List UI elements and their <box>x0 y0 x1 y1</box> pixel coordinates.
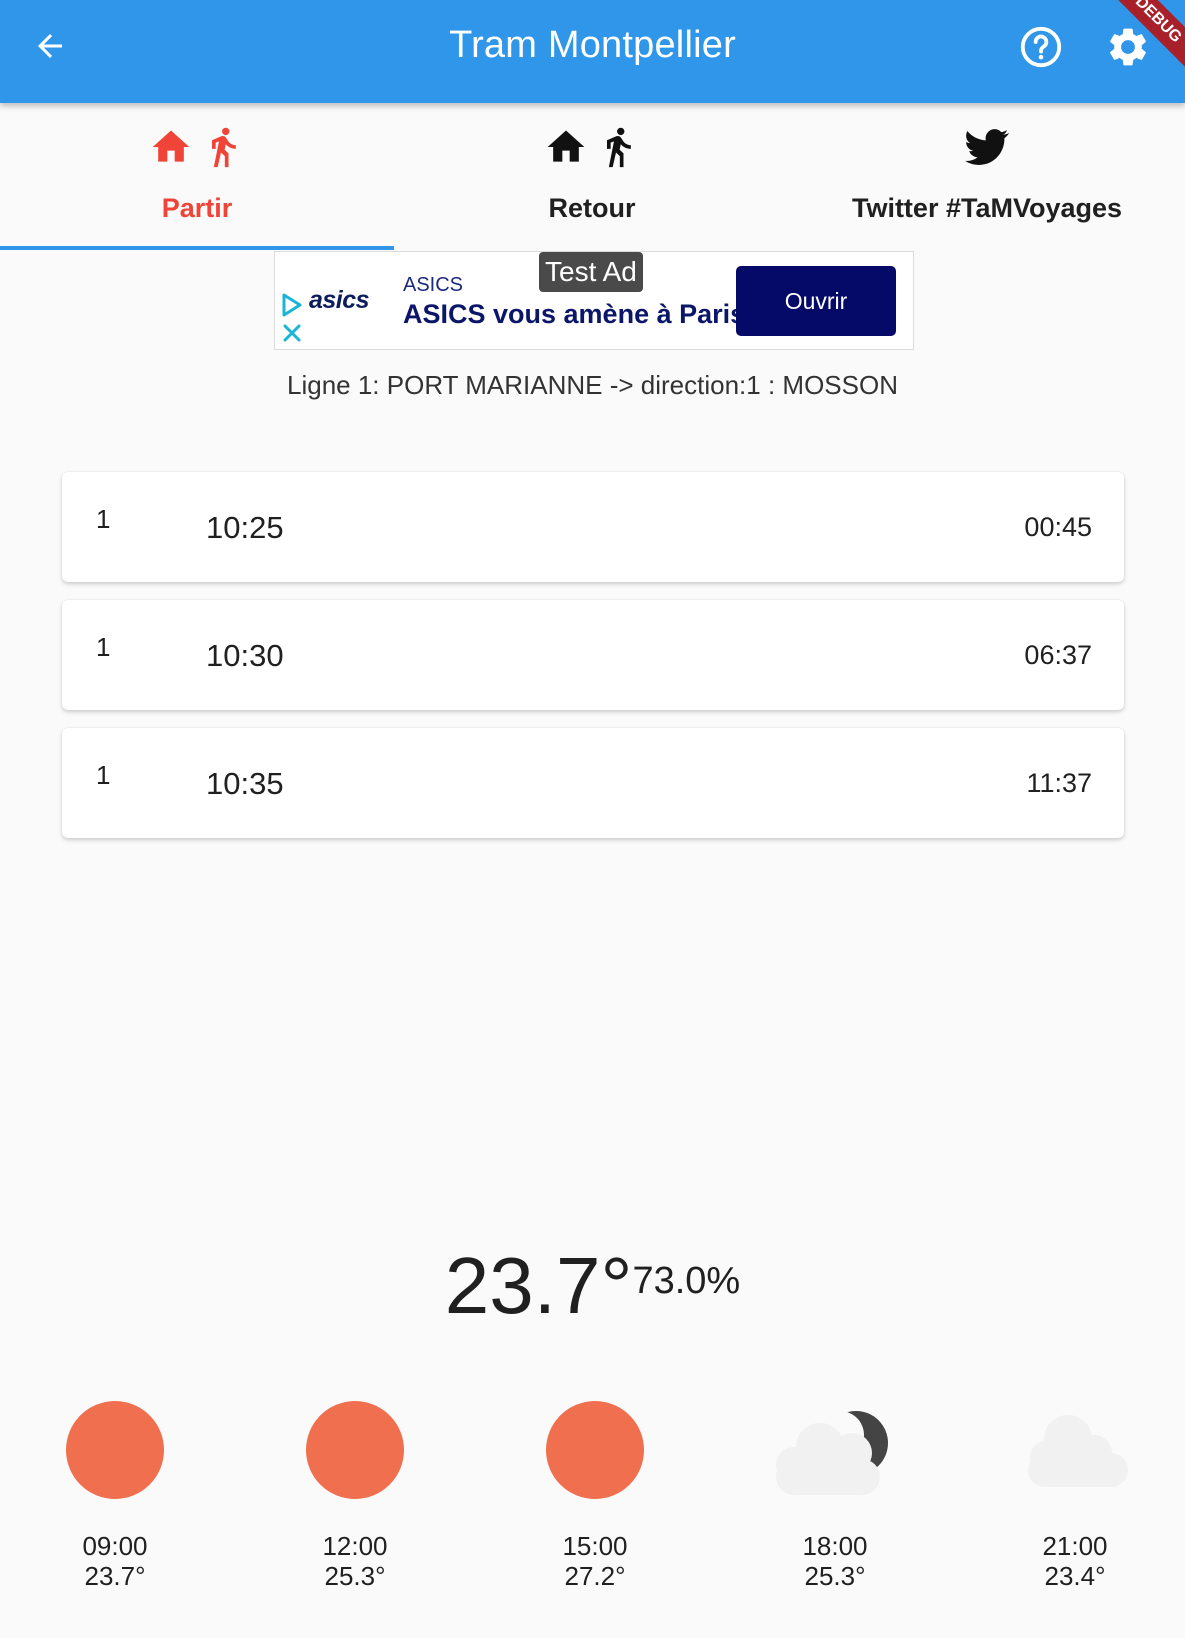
tab-partir[interactable]: Partir <box>0 103 394 251</box>
brand-logo: asics <box>309 286 370 314</box>
ad-advertiser: ASICS <box>403 274 464 296</box>
line-number: 1 <box>96 504 111 534</box>
forecast-temp: 25.3° <box>324 1561 386 1591</box>
ad-headline: ASICS vous amène à Paris <box>403 299 746 329</box>
forecast-temp: 27.2° <box>564 1561 626 1591</box>
forecast-item: 09:00 23.7° <box>35 1395 195 1591</box>
tab-twitter[interactable]: Twitter #TaMVoyages <box>790 103 1184 251</box>
page-title: Tram Montpellier <box>449 24 736 66</box>
humidity: 73.0% <box>632 1260 741 1302</box>
departure-card[interactable]: 1 10:35 11:37 <box>62 728 1124 838</box>
walk-icon <box>607 127 631 168</box>
forecast-item: 12:00 25.3° <box>275 1395 435 1591</box>
departure-time: 10:30 <box>206 638 284 673</box>
home-icon <box>152 130 190 162</box>
current-temperature: 23.7° <box>444 1241 633 1330</box>
sun-icon <box>546 1401 644 1499</box>
forecast-item: 18:00 25.3° <box>755 1395 915 1591</box>
ad-open-button[interactable]: Ouvrir <box>736 266 896 336</box>
forecast-item: 21:00 23.4° <box>995 1395 1155 1591</box>
wait-time: 00:45 <box>1024 512 1092 542</box>
tab-retour[interactable]: Retour <box>395 103 789 251</box>
settings-button[interactable] <box>1105 24 1153 72</box>
sun-icon <box>66 1401 164 1499</box>
tab-label: Partir <box>161 193 233 223</box>
line-info: Ligne 1: PORT MARIANNE -> direction:1 : … <box>287 370 898 400</box>
sun-icon <box>306 1401 404 1499</box>
forecast-time: 09:00 <box>82 1531 148 1561</box>
wait-time: 06:37 <box>1024 640 1092 670</box>
adchoices-icon[interactable] <box>281 292 303 318</box>
line-number: 1 <box>96 760 111 790</box>
back-arrow-icon <box>38 34 62 58</box>
gear-icon <box>1110 28 1146 66</box>
cloud-icon <box>1027 1415 1128 1487</box>
forecast-temp: 25.3° <box>804 1561 866 1591</box>
home-icon <box>547 130 585 162</box>
forecast-item: 15:00 27.2° <box>515 1395 675 1591</box>
tab-indicator <box>0 246 394 250</box>
tab-label: Retour <box>548 193 636 223</box>
close-icon[interactable] <box>281 322 303 344</box>
current-weather: 23.7°73.0% <box>0 1240 1185 1332</box>
forecast-time: 21:00 <box>1042 1531 1108 1561</box>
help-circle-icon <box>1020 26 1062 68</box>
forecast-time: 18:00 <box>802 1531 868 1561</box>
ad-banner[interactable]: asics ASICS ASICS vous amène à Paris Tes… <box>274 251 914 350</box>
tab-label: Twitter #TaMVoyages <box>851 193 1123 223</box>
departure-time: 10:35 <box>206 766 284 801</box>
wait-time: 11:37 <box>1026 768 1092 798</box>
app-bar: Tram Montpellier DEBUG <box>0 0 1185 103</box>
tab-bar: Partir Retour Twitter #TaMVoyages <box>0 103 1185 251</box>
back-button[interactable] <box>28 24 72 68</box>
help-button[interactable] <box>1018 24 1066 72</box>
forecast-temp: 23.7° <box>84 1561 146 1591</box>
departure-time: 10:25 <box>206 510 284 545</box>
line-number: 1 <box>96 632 111 662</box>
forecast-time: 12:00 <box>322 1531 388 1561</box>
twitter-icon <box>965 129 1009 165</box>
forecast-temp: 23.4° <box>1044 1561 1106 1591</box>
cloud-moon-icon <box>776 1411 888 1495</box>
departure-card[interactable]: 1 10:25 00:45 <box>62 472 1124 582</box>
walk-icon <box>212 127 236 168</box>
forecast-time: 15:00 <box>562 1531 628 1561</box>
test-ad-badge: Test Ad <box>539 252 643 292</box>
departure-card[interactable]: 1 10:30 06:37 <box>62 600 1124 710</box>
